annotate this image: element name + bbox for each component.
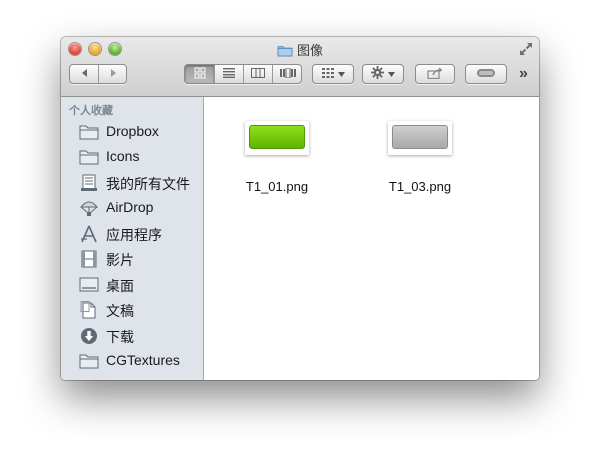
sidebar-item-label: Icons (106, 148, 140, 164)
applications-icon (79, 225, 99, 243)
window-title: 图像 (296, 43, 323, 58)
back-button[interactable] (70, 65, 98, 83)
icon-view-button[interactable] (185, 65, 214, 83)
file-browser-content: T1_01.png T1_03.png (204, 97, 539, 380)
file-name[interactable]: T1_03.png (365, 179, 475, 194)
window-title-bar: 图像 (61, 40, 539, 60)
sidebar-item-label: 应用程序 (106, 227, 162, 243)
sidebar-item-movies[interactable]: 影片 (61, 247, 203, 271)
sidebar-item-label: 文稿 (106, 303, 134, 319)
chevron-right-icon (109, 68, 118, 81)
desktop-icon (79, 276, 99, 294)
folder-icon (79, 352, 99, 370)
gear-icon (371, 66, 384, 82)
sidebar-item-label: CGTextures (106, 352, 180, 368)
action-button[interactable] (362, 64, 404, 84)
icon-view-icon (194, 67, 206, 82)
file-name[interactable]: T1_01.png (222, 179, 332, 194)
chevron-down-icon (337, 68, 345, 80)
chevron-left-icon (80, 68, 89, 81)
column-view-icon (251, 67, 265, 81)
sidebar-item-label: 影片 (106, 252, 134, 268)
sidebar-item-all-files[interactable]: 我的所有文件 (61, 171, 203, 195)
tag-toggle-icon (476, 68, 496, 81)
sidebar-section-favorites: 个人收藏 (69, 105, 113, 117)
sidebar-item-downloads[interactable]: 下载 (61, 324, 203, 348)
share-icon (427, 67, 443, 82)
file-thumbnail[interactable] (388, 121, 452, 155)
list-view-icon (223, 67, 235, 81)
arrange-button[interactable] (312, 64, 354, 84)
finder-toolbar: 图像 » (61, 37, 539, 97)
folder-icon (277, 44, 293, 60)
gray-button-preview (392, 125, 448, 149)
sidebar-item-label: 我的所有文件 (106, 176, 190, 192)
toolbar-overflow-button[interactable]: » (519, 65, 528, 83)
finder-window: 图像 » 个人收藏 Dropbox Icons 我的所有文件 AirDrop 应… (61, 37, 539, 380)
column-view-button[interactable] (244, 65, 272, 83)
sidebar-item-applications[interactable]: 应用程序 (61, 222, 203, 246)
arrange-grid-icon (321, 67, 334, 81)
sidebar-item-documents[interactable]: 文稿 (61, 298, 203, 322)
sidebar-item-label: AirDrop (106, 199, 154, 215)
sidebar-item-airdrop[interactable]: AirDrop (61, 196, 203, 220)
documents-icon (79, 301, 99, 319)
sidebar-item-icons[interactable]: Icons (61, 145, 203, 169)
view-mode-control (184, 64, 302, 84)
sidebar-item-desktop[interactable]: 桌面 (61, 273, 203, 297)
movies-icon (79, 250, 99, 268)
sidebar-item-cgtextures[interactable]: CGTextures (61, 349, 203, 373)
green-button-preview (249, 125, 305, 149)
airdrop-icon (79, 199, 99, 217)
back-forward-control (69, 64, 127, 84)
coverflow-view-icon (279, 67, 296, 81)
folder-icon (79, 123, 99, 141)
fullscreen-icon[interactable] (519, 42, 533, 56)
all-files-icon (79, 174, 99, 192)
list-view-button[interactable] (215, 65, 243, 83)
chevron-down-icon (388, 68, 395, 80)
sidebar-item-label: 桌面 (106, 278, 134, 294)
sidebar-item-label: Dropbox (106, 123, 159, 139)
sidebar: 个人收藏 Dropbox Icons 我的所有文件 AirDrop 应用程序 影… (61, 97, 204, 380)
sidebar-item-dropbox[interactable]: Dropbox (61, 120, 203, 144)
downloads-icon (79, 327, 99, 345)
sidebar-item-label: 下载 (106, 329, 134, 345)
share-button[interactable] (415, 64, 455, 84)
file-thumbnail[interactable] (245, 121, 309, 155)
coverflow-view-button[interactable] (273, 65, 302, 83)
forward-button[interactable] (99, 65, 127, 83)
tags-button[interactable] (465, 64, 507, 84)
folder-icon (79, 148, 99, 166)
